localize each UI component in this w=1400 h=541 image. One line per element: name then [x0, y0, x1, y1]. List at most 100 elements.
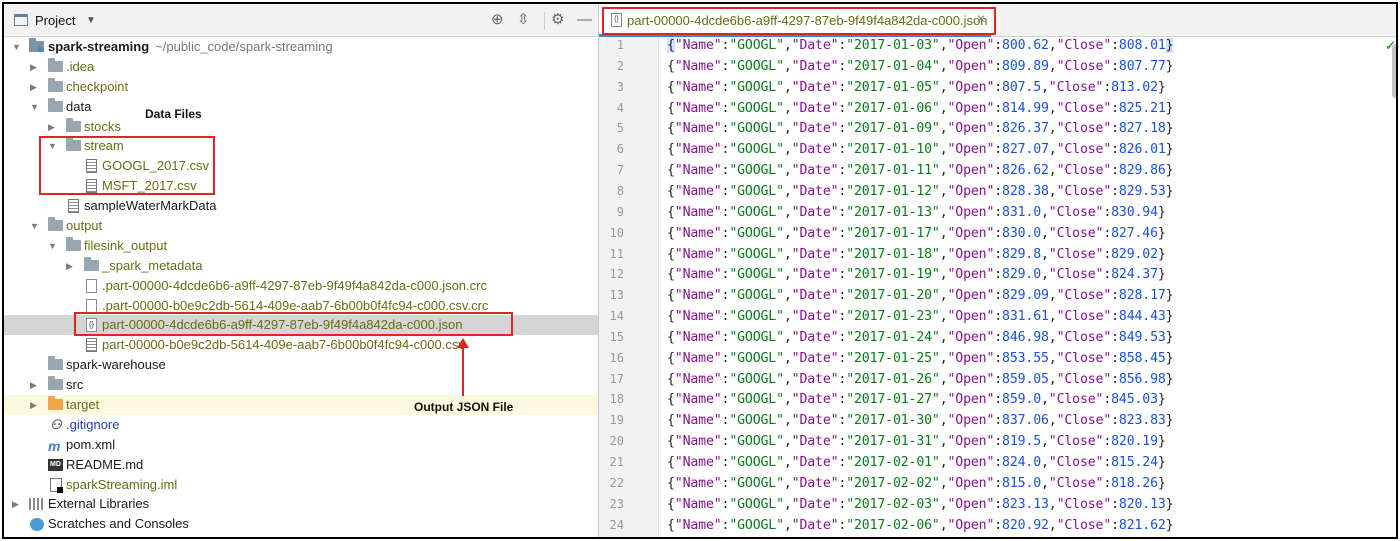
- comma: ,: [1048, 517, 1057, 533]
- code-line[interactable]: {"Name":"GOOGL","Date":"2017-01-23","Ope…: [667, 309, 1174, 325]
- tree-item-data[interactable]: ▼ data: [4, 97, 598, 117]
- colon: :: [1111, 183, 1119, 199]
- code-line[interactable]: {"Name":"GOOGL","Date":"2017-02-06","Ope…: [667, 517, 1174, 533]
- chevron-right-icon[interactable]: ▶: [30, 395, 40, 415]
- chevron-right-icon[interactable]: ▶: [12, 494, 22, 514]
- comma: ,: [783, 225, 792, 241]
- comma: ,: [939, 371, 948, 387]
- chevron-down-icon[interactable]: ▼: [30, 97, 40, 117]
- tree-item-output[interactable]: ▼ output: [4, 216, 598, 236]
- code-line[interactable]: {"Name":"GOOGL","Date":"2017-02-03","Ope…: [667, 496, 1174, 512]
- code-line[interactable]: {"Name":"GOOGL","Date":"2017-01-26","Ope…: [667, 371, 1174, 387]
- json-key: "Name": [674, 225, 722, 241]
- chevron-down-icon[interactable]: ▼: [12, 37, 22, 57]
- code-line[interactable]: {"Name":"GOOGL","Date":"2017-01-03","Ope…: [667, 38, 1174, 53]
- brace: }: [1165, 496, 1174, 512]
- tree-item-pom[interactable]: m pom.xml: [4, 435, 598, 455]
- vertical-scrollbar[interactable]: [1392, 44, 1396, 98]
- json-string-value: "GOOGL": [729, 288, 784, 304]
- tree-item-iml[interactable]: sparkStreaming.iml: [4, 475, 598, 495]
- minimize-icon[interactable]: —: [577, 12, 592, 28]
- code-line[interactable]: {"Name":"GOOGL","Date":"2017-01-31","Ope…: [667, 434, 1166, 449]
- colon: :: [1111, 288, 1119, 304]
- chevron-right-icon[interactable]: ▶: [30, 57, 40, 77]
- json-number-value: 826.62: [1002, 163, 1049, 179]
- code-line[interactable]: {"Name":"GOOGL","Date":"2017-01-04","Ope…: [667, 59, 1174, 74]
- brace: {: [667, 121, 675, 137]
- tree-item-filesink-output[interactable]: ▼ filesink_output: [4, 236, 598, 256]
- json-number-value: 859.0: [1002, 392, 1041, 408]
- brace: }: [1157, 246, 1166, 262]
- json-key: "Name": [674, 517, 722, 533]
- chevron-right-icon[interactable]: ▶: [30, 77, 40, 97]
- tree-item-readme[interactable]: MD README.md: [4, 455, 598, 475]
- code-line[interactable]: {"Name":"GOOGL","Date":"2017-01-18","Ope…: [667, 247, 1166, 262]
- json-string-value: "GOOGL": [729, 309, 784, 325]
- code-line[interactable]: {"Name":"GOOGL","Date":"2017-02-02","Ope…: [667, 476, 1166, 491]
- tree-item-spark-warehouse[interactable]: spark-warehouse: [4, 355, 598, 375]
- json-number-value: 827.46: [1111, 225, 1158, 241]
- json-key: "Open": [947, 225, 995, 241]
- json-key: "Name": [674, 371, 722, 387]
- code-line[interactable]: {"Name":"GOOGL","Date":"2017-01-27","Ope…: [667, 392, 1166, 407]
- json-number-value: 820.92: [1002, 517, 1049, 533]
- json-key: "Name": [674, 309, 722, 325]
- chevron-right-icon[interactable]: ▶: [66, 256, 76, 276]
- json-key: "Date": [791, 288, 839, 304]
- collapse-all-icon[interactable]: ⇳: [517, 12, 530, 28]
- comma: ,: [939, 121, 948, 137]
- tree-item-scratches[interactable]: Scratches and Consoles: [4, 514, 598, 534]
- chevron-down-icon[interactable]: ▼: [48, 236, 58, 256]
- code-line[interactable]: {"Name":"GOOGL","Date":"2017-01-09","Ope…: [667, 121, 1174, 137]
- json-key: "Date": [791, 267, 839, 283]
- chevron-down-icon[interactable]: ▼: [86, 15, 96, 26]
- code-line[interactable]: {"Name":"GOOGL","Date":"2017-01-30","Ope…: [667, 413, 1174, 429]
- tree-item-external-libraries[interactable]: ▶ External Libraries: [4, 494, 598, 514]
- tree-item-gitignore[interactable]: ⚇ .gitignore: [4, 415, 598, 435]
- json-string-value: "GOOGL": [729, 496, 784, 512]
- tree-item-src[interactable]: ▶ src: [4, 375, 598, 395]
- comma: ,: [1048, 288, 1057, 304]
- brace: }: [1157, 455, 1166, 470]
- brace: {: [667, 142, 675, 158]
- json-key: "Name": [674, 204, 722, 220]
- json-string-value: "GOOGL": [729, 517, 784, 533]
- brace: {: [667, 517, 675, 533]
- tree-item-csv-file[interactable]: part-00000-b0e9c2db-5614-409e-aab7-6b00b…: [4, 335, 598, 355]
- comma: ,: [939, 225, 948, 241]
- json-string-value: "2017-01-27": [846, 392, 940, 408]
- tree-item-sample-watermark[interactable]: sampleWaterMarkData: [4, 196, 598, 216]
- code-line[interactable]: {"Name":"GOOGL","Date":"2017-01-10","Ope…: [667, 142, 1174, 158]
- locate-file-icon[interactable]: ⊕: [491, 12, 504, 28]
- json-string-value: "2017-01-10": [846, 142, 940, 158]
- code-line[interactable]: {"Name":"GOOGL","Date":"2017-01-25","Ope…: [667, 350, 1174, 366]
- code-line[interactable]: {"Name":"GOOGL","Date":"2017-01-11","Ope…: [667, 163, 1174, 179]
- comma: ,: [1048, 163, 1057, 179]
- project-view-selector[interactable]: Project: [35, 13, 75, 28]
- code-line[interactable]: {"Name":"GOOGL","Date":"2017-02-01","Ope…: [667, 455, 1166, 470]
- tree-item-checkpoint[interactable]: ▶ checkpoint: [4, 77, 598, 97]
- comma: ,: [1048, 413, 1057, 429]
- tree-item-json-crc[interactable]: .part-00000-4dcde6b6-a9ff-4297-87eb-9f49…: [4, 276, 598, 296]
- tree-item-stocks[interactable]: ▶ stocks: [4, 117, 598, 137]
- gear-icon[interactable]: ⚙: [551, 12, 564, 28]
- comma: ,: [939, 350, 948, 366]
- code-line[interactable]: {"Name":"GOOGL","Date":"2017-01-19","Ope…: [667, 267, 1166, 282]
- chevron-down-icon[interactable]: ▼: [30, 216, 40, 236]
- tree-item-label: data: [66, 98, 92, 114]
- code-line[interactable]: {"Name":"GOOGL","Date":"2017-01-24","Ope…: [667, 330, 1174, 345]
- tree-item-idea[interactable]: ▶ .idea: [4, 57, 598, 77]
- chevron-right-icon[interactable]: ▶: [48, 117, 58, 137]
- tree-item-root[interactable]: ▼ spark-streaming ~/public_code/spark-str…: [4, 37, 598, 57]
- tree-item-spark-metadata[interactable]: ▶ _spark_metadata: [4, 256, 598, 276]
- folder-icon: [66, 117, 81, 132]
- chevron-right-icon[interactable]: ▶: [30, 375, 40, 395]
- code-line[interactable]: {"Name":"GOOGL","Date":"2017-01-20","Ope…: [667, 288, 1174, 304]
- brace: {: [667, 455, 675, 470]
- code-line[interactable]: {"Name":"GOOGL","Date":"2017-01-13","Ope…: [667, 205, 1166, 220]
- code-line[interactable]: {"Name":"GOOGL","Date":"2017-01-17","Ope…: [667, 226, 1166, 241]
- code-line[interactable]: {"Name":"GOOGL","Date":"2017-01-06","Ope…: [667, 101, 1174, 116]
- json-key: "Name": [674, 392, 722, 408]
- code-line[interactable]: {"Name":"GOOGL","Date":"2017-01-12","Ope…: [667, 183, 1174, 199]
- code-line[interactable]: {"Name":"GOOGL","Date":"2017-01-05","Ope…: [667, 80, 1166, 95]
